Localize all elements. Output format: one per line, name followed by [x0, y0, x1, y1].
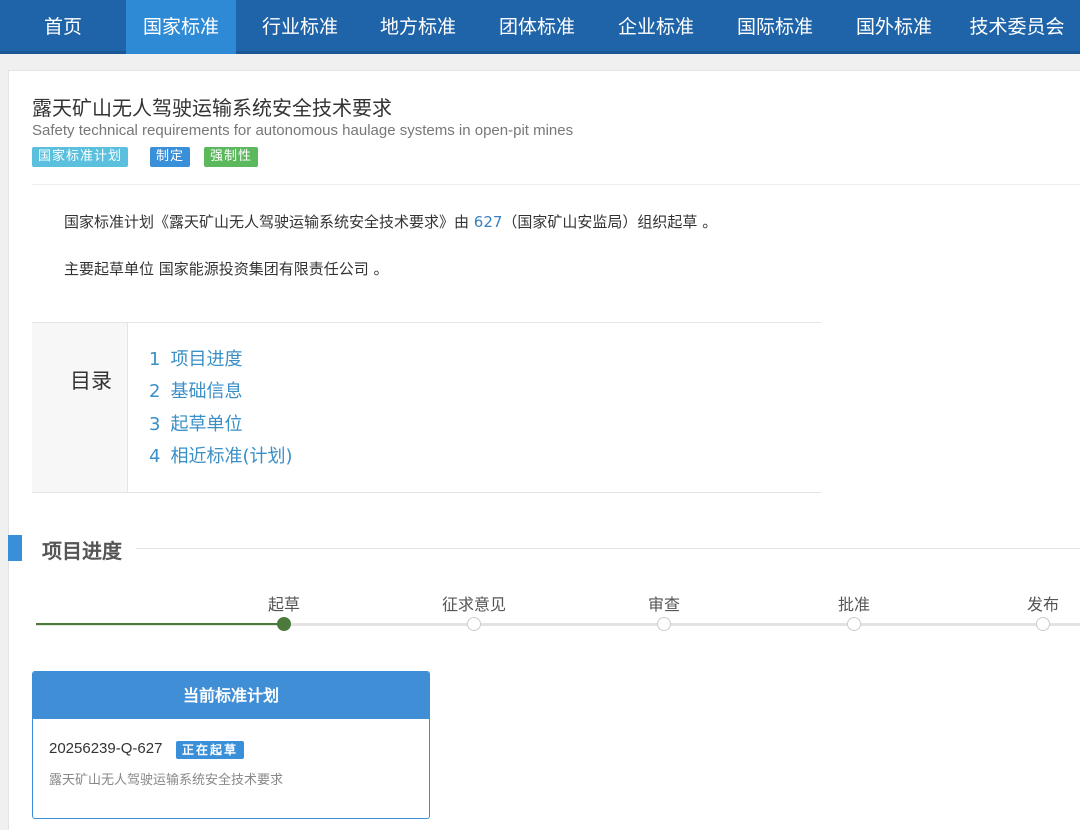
tag-formulation: 制定	[150, 147, 191, 167]
toc-item-label: 起草单位	[170, 414, 243, 435]
nav-item-local-standards[interactable]: 地方标准	[356, 0, 480, 54]
progress-track-completed	[36, 623, 284, 625]
nav-item-home[interactable]: 首页	[0, 0, 126, 54]
current-plan-card[interactable]: 当前标准计划 20256239-Q-627 正在起草 露天矿山无人驾驶运输系统安…	[32, 671, 430, 819]
stage-dot-review	[657, 617, 671, 631]
toc-item-number: 3	[149, 414, 161, 435]
toc-item-similar-standards[interactable]: 4 相近标准(计划)	[149, 442, 293, 468]
table-of-contents: 目录 1 项目进度 2 基础信息 3 起草单位 4 相近标准(计划)	[32, 322, 821, 493]
nav-item-national-standards[interactable]: 国家标准	[126, 0, 236, 54]
toc-label-panel: 目录	[32, 323, 128, 492]
nav-item-industry-standards[interactable]: 行业标准	[236, 0, 364, 54]
top-navigation: 首页 国家标准 行业标准 地方标准 团体标准 企业标准 国际标准 国外标准 技术…	[0, 0, 1080, 54]
description-text-suffix: （国家矿山安监局）组织起草 。	[502, 213, 718, 231]
description-drafting-unit: 主要起草单位 国家能源投资集团有限责任公司 。	[64, 260, 389, 278]
committee-link[interactable]: 627	[474, 213, 503, 231]
toc-item-label: 相近标准(计划)	[170, 446, 293, 467]
toc-item-project-progress[interactable]: 1 项目进度	[149, 345, 242, 371]
toc-item-number: 4	[149, 446, 161, 467]
toc-item-number: 2	[149, 381, 161, 402]
stage-label-approval: 批准	[837, 595, 870, 614]
status-badge: 正在起草	[176, 741, 245, 759]
stage-label-drafting: 起草	[267, 595, 300, 614]
toc-item-label: 项目进度	[170, 349, 243, 370]
plan-name: 露天矿山无人驾驶运输系统安全技术要求	[49, 773, 284, 788]
toc-item-drafting-units[interactable]: 3 起草单位	[149, 410, 242, 436]
stage-label-consultation: 征求意见	[441, 595, 506, 614]
current-plan-header: 当前标准计划	[33, 672, 429, 719]
nav-item-international-standards[interactable]: 国际标准	[713, 0, 837, 54]
standard-english-title: Safety technical requirements for autono…	[32, 122, 574, 139]
plan-number[interactable]: 20256239-Q-627	[49, 740, 162, 757]
nav-item-technical-committees[interactable]: 技术委员会	[954, 0, 1080, 54]
tag-mandatory: 强制性	[204, 147, 259, 167]
toc-item-label: 基础信息	[170, 381, 243, 402]
section-divider	[136, 548, 1080, 549]
divider	[32, 184, 1080, 185]
description-organizer: 国家标准计划《露天矿山无人驾驶运输系统安全技术要求》由 627（国家矿山安监局）…	[64, 211, 717, 232]
description-text: 国家标准计划《露天矿山无人驾驶运输系统安全技术要求》由	[64, 213, 474, 231]
stage-dot-publish	[1036, 617, 1050, 631]
stage-dot-drafting	[277, 617, 291, 631]
standard-title: 露天矿山无人驾驶运输系统安全技术要求	[32, 96, 392, 120]
toc-item-number: 1	[149, 349, 161, 370]
toc-title: 目录	[70, 369, 112, 393]
nav-item-group-standards[interactable]: 团体标准	[475, 0, 599, 54]
stage-label-review: 审查	[647, 595, 680, 614]
stage-label-publish: 发布	[1026, 595, 1059, 614]
stage-dot-consultation	[467, 617, 481, 631]
tag-national-plan: 国家标准计划	[32, 147, 129, 167]
section-marker	[8, 535, 22, 561]
nav-item-enterprise-standards[interactable]: 企业标准	[594, 0, 718, 54]
nav-item-foreign-standards[interactable]: 国外标准	[832, 0, 956, 54]
section-title-progress: 项目进度	[42, 539, 122, 563]
stage-dot-approval	[847, 617, 861, 631]
toc-item-basic-info[interactable]: 2 基础信息	[149, 377, 242, 403]
